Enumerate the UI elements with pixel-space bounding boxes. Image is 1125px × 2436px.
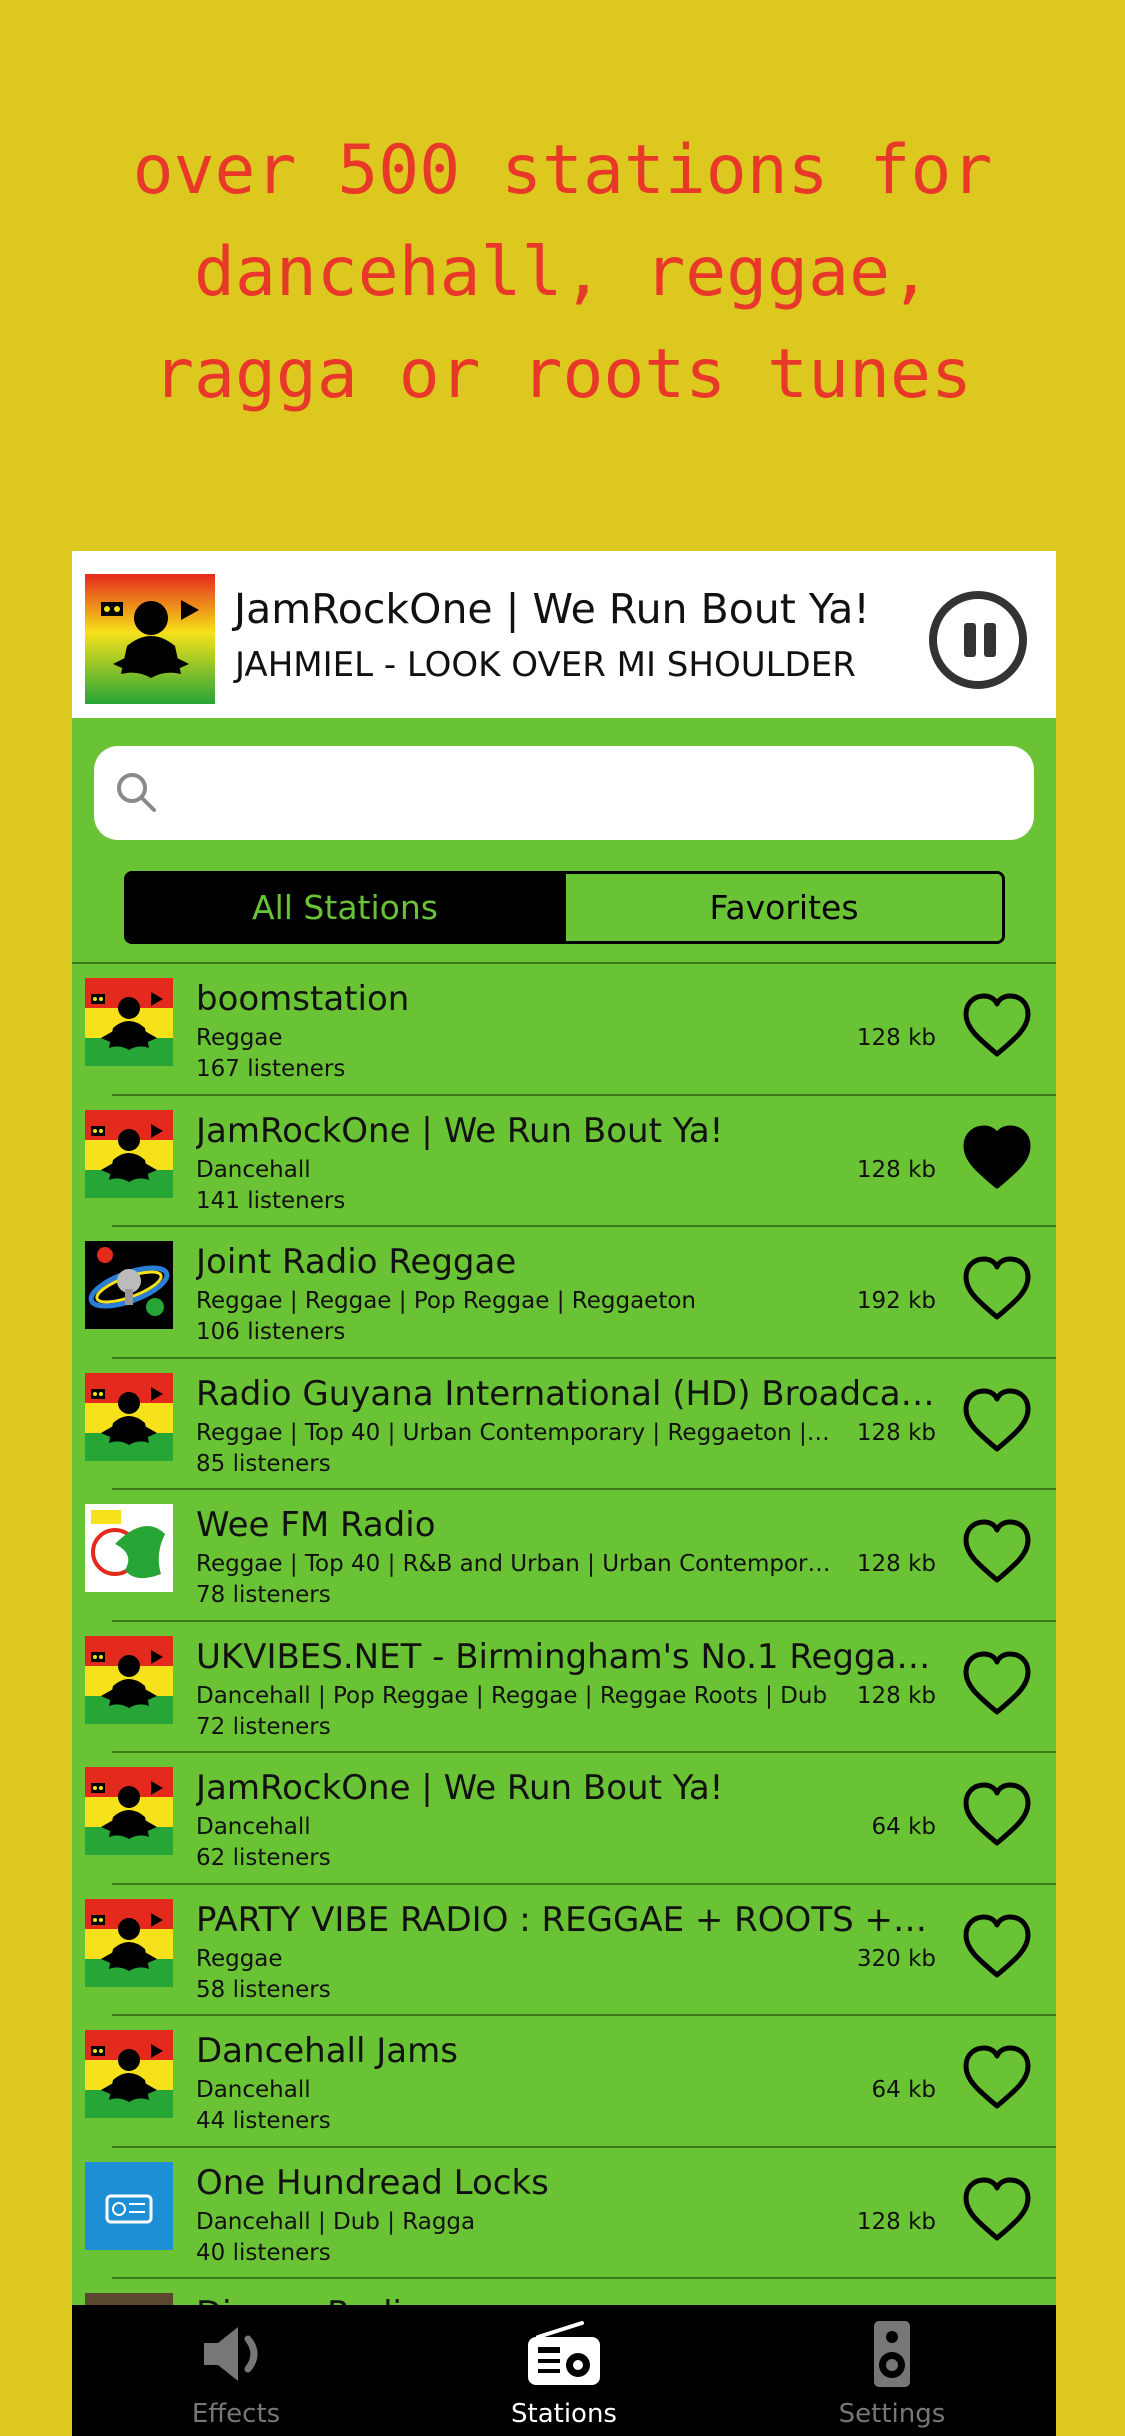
station-listeners: 78 listeners bbox=[196, 1582, 331, 1608]
heart-icon[interactable] bbox=[960, 2042, 1034, 2112]
station-row[interactable]: PARTY VIBE RADIO : REGGAE + ROOTS + DUB R… bbox=[72, 1885, 1056, 2017]
station-genre: Dancehall bbox=[196, 1156, 311, 1183]
station-artwork bbox=[85, 1767, 173, 1855]
station-artwork bbox=[85, 1372, 173, 1461]
station-artwork bbox=[85, 1241, 173, 1329]
station-listeners: 58 listeners bbox=[196, 1976, 331, 2003]
pause-icon bbox=[964, 623, 976, 657]
station-bitrate: 128 kb bbox=[856, 1551, 936, 1577]
station-genre: Dancehall | Dub | Ragga bbox=[196, 2208, 476, 2235]
headline-line-3: ragga or roots tunes bbox=[153, 335, 972, 414]
station-list[interactable]: boomstation Reggae 128 kb 167 listeners JamR… bbox=[72, 962, 1056, 2411]
station-title: JamRockOne | We Run Bout Ya! bbox=[196, 1768, 724, 1808]
station-bitrate: 128 kb bbox=[856, 2208, 936, 2235]
headline-line-1: over 500 stations for bbox=[132, 131, 993, 210]
station-row[interactable]: Wee FM Radio Reggae | Top 40 | R&B and Ur… bbox=[72, 1490, 1056, 1622]
station-bitrate: 192 kb bbox=[856, 1288, 936, 1314]
station-bitrate: 128 kb bbox=[856, 1682, 936, 1709]
heart-icon[interactable] bbox=[960, 1911, 1034, 1981]
heart-icon[interactable] bbox=[960, 1648, 1034, 1718]
speaker-icon bbox=[204, 2327, 258, 2381]
station-artwork bbox=[85, 1504, 173, 1592]
station-genre: Dancehall | Pop Reggae | Reggae | Reggae… bbox=[196, 1682, 828, 1709]
tab-effects-label: Effects bbox=[191, 2399, 281, 2429]
station-row[interactable]: Dancehall Jams Dancehall 64 kb 44 listeners bbox=[72, 2016, 1056, 2148]
station-row[interactable]: UKVIBES.NET - Birmingham's No.1 Reggae S… bbox=[72, 1622, 1056, 1754]
station-artwork bbox=[85, 1635, 173, 1724]
now-playing-song: JAHMIEL - LOOK OVER MI SHOULDER bbox=[235, 645, 856, 685]
segment-all-stations[interactable]: All Stations bbox=[127, 874, 563, 941]
station-title: Radio Guyana International (HD) Broadcas… bbox=[196, 1373, 936, 1414]
station-artwork bbox=[85, 2030, 173, 2118]
station-bitrate: 64 kb bbox=[871, 1814, 937, 1840]
station-genre: Reggae bbox=[196, 1945, 283, 1972]
promo-headline: over 500 stations for dancehall, reggae,… bbox=[0, 120, 1125, 426]
tab-stations-label: Stations bbox=[511, 2399, 617, 2429]
station-title: boomstation bbox=[196, 979, 410, 1019]
station-filter-control[interactable]: All Stations Favorites bbox=[124, 871, 1005, 944]
search-icon bbox=[117, 773, 156, 812]
station-genre: Dancehall bbox=[196, 2077, 311, 2103]
station-listeners: 40 listeners bbox=[196, 2239, 331, 2266]
now-playing-bar[interactable]: JamRockOne | We Run Bout Ya! JAHMIEL - L… bbox=[72, 551, 1056, 718]
app-screen: JamRockOne | We Run Bout Ya! JAHMIEL - L… bbox=[72, 551, 1056, 2436]
station-title: JamRockOne | We Run Bout Ya! bbox=[196, 1110, 724, 1151]
station-listeners: 62 listeners bbox=[196, 1845, 331, 1871]
station-title: One Hundread Locks bbox=[196, 2162, 549, 2203]
station-listeners: 85 listeners bbox=[196, 1450, 331, 1477]
now-playing-title: JamRockOne | We Run Bout Ya! bbox=[234, 585, 870, 633]
station-genre: Reggae bbox=[196, 1025, 283, 1051]
tab-settings-label: Settings bbox=[838, 2399, 946, 2429]
station-genre: Dancehall bbox=[196, 1814, 311, 1840]
station-listeners: 167 listeners bbox=[196, 1056, 346, 1082]
station-row[interactable]: Radio Guyana International (HD) Broadcas… bbox=[72, 1359, 1056, 1491]
tab-settings[interactable]: Settings bbox=[728, 2305, 1056, 2436]
station-artwork bbox=[85, 1109, 173, 1198]
heart-icon[interactable] bbox=[960, 1385, 1034, 1455]
tab-stations[interactable]: Stations bbox=[400, 2305, 728, 2436]
station-row[interactable]: One Hundread Locks Dancehall | Dub | Ragg… bbox=[72, 2148, 1056, 2280]
radio-icon bbox=[528, 2321, 600, 2385]
settings-speaker-icon bbox=[874, 2321, 910, 2387]
heart-icon[interactable] bbox=[960, 1779, 1034, 1849]
station-listeners: 106 listeners bbox=[196, 1319, 346, 1345]
heart-icon[interactable] bbox=[960, 1253, 1034, 1323]
station-listeners: 44 listeners bbox=[196, 2108, 331, 2134]
station-bitrate: 64 kb bbox=[871, 2077, 937, 2103]
rasta-radio-icon bbox=[85, 574, 215, 704]
station-row[interactable]: JamRockOne | We Run Bout Ya! Dancehall 64 … bbox=[72, 1753, 1056, 1885]
station-title: PARTY VIBE RADIO : REGGAE + ROOTS + DUB bbox=[196, 1899, 936, 1940]
station-listeners: 141 listeners bbox=[196, 1187, 346, 1214]
segment-favorites[interactable]: Favorites bbox=[563, 874, 1002, 941]
station-row[interactable]: Joint Radio Reggae Reggae | Reggae | Pop … bbox=[72, 1227, 1056, 1359]
station-row[interactable]: boomstation Reggae 128 kb 167 listeners bbox=[72, 964, 1056, 1096]
tab-effects[interactable]: Effects bbox=[72, 2305, 400, 2436]
heart-icon[interactable] bbox=[960, 1516, 1034, 1586]
station-artwork bbox=[85, 1898, 173, 1987]
heart-filled-icon[interactable] bbox=[960, 1122, 1034, 1192]
pause-button[interactable] bbox=[929, 591, 1027, 689]
station-bitrate: 128 kb bbox=[856, 1156, 936, 1183]
headline-line-2: dancehall, reggae, bbox=[194, 233, 931, 312]
station-row[interactable]: JamRockOne | We Run Bout Ya! Dancehall 128… bbox=[72, 1096, 1056, 1228]
heart-icon[interactable] bbox=[960, 990, 1034, 1060]
station-title: UKVIBES.NET - Birmingham's No.1 Reggae S… bbox=[196, 1636, 936, 1677]
station-title: Joint Radio Reggae bbox=[196, 1242, 517, 1282]
station-artwork bbox=[85, 2161, 173, 2250]
station-title: Dancehall Jams bbox=[196, 2031, 458, 2071]
station-bitrate: 128 kb bbox=[856, 1025, 936, 1051]
station-genre: Reggae | Top 40 | Urban Contemporary | R… bbox=[196, 1419, 836, 1446]
search-input[interactable] bbox=[174, 764, 1014, 822]
search-bar[interactable] bbox=[94, 746, 1034, 840]
station-genre: Reggae | Top 40 | R&B and Urban | Urban … bbox=[196, 1551, 836, 1577]
station-bitrate: 320 kb bbox=[856, 1945, 936, 1972]
tab-bar: Effects Stations Settings bbox=[72, 2305, 1056, 2436]
station-bitrate: 128 kb bbox=[856, 1419, 936, 1446]
station-title: Wee FM Radio bbox=[196, 1505, 436, 1545]
station-artwork bbox=[85, 978, 173, 1066]
heart-icon[interactable] bbox=[960, 2174, 1034, 2244]
station-genre: Reggae | Reggae | Pop Reggae | Reggaeton bbox=[196, 1288, 696, 1314]
station-listeners: 72 listeners bbox=[196, 1713, 331, 1740]
